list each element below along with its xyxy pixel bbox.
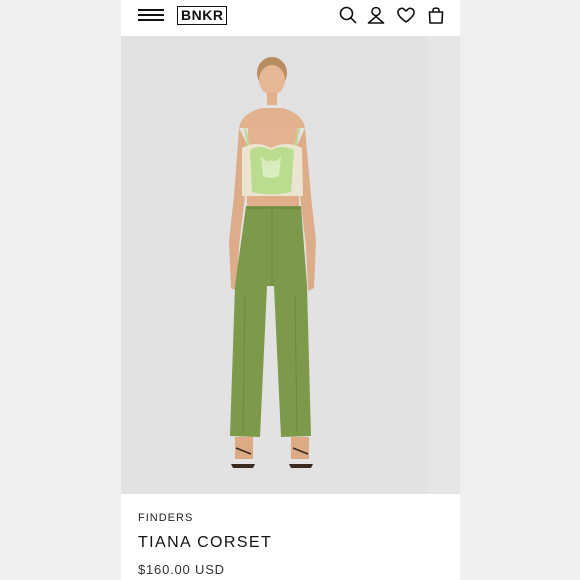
product-info: FINDERS TIANA CORSET $160.00 USD (138, 512, 272, 577)
wishlist-heart-icon[interactable] (396, 5, 416, 25)
product-image-gallery[interactable] (121, 36, 460, 494)
brand-logo[interactable]: BNKR (177, 6, 228, 25)
search-icon[interactable] (338, 5, 358, 25)
site-header: BNKR (121, 0, 460, 34)
account-icon[interactable] (366, 5, 386, 25)
next-photo-preview[interactable] (428, 36, 460, 494)
shopping-bag-icon[interactable] (426, 5, 446, 25)
hamburger-menu-icon[interactable] (138, 7, 166, 23)
product-price: $160.00 USD (138, 562, 225, 577)
product-photo-model-green-corset-and-pants[interactable] (121, 36, 425, 494)
product-brand[interactable]: FINDERS (138, 512, 272, 524)
product-title: TIANA CORSET (138, 534, 273, 551)
mobile-page: BNKR FINDERS TIANA CORSET $160.00 USD (121, 0, 460, 580)
